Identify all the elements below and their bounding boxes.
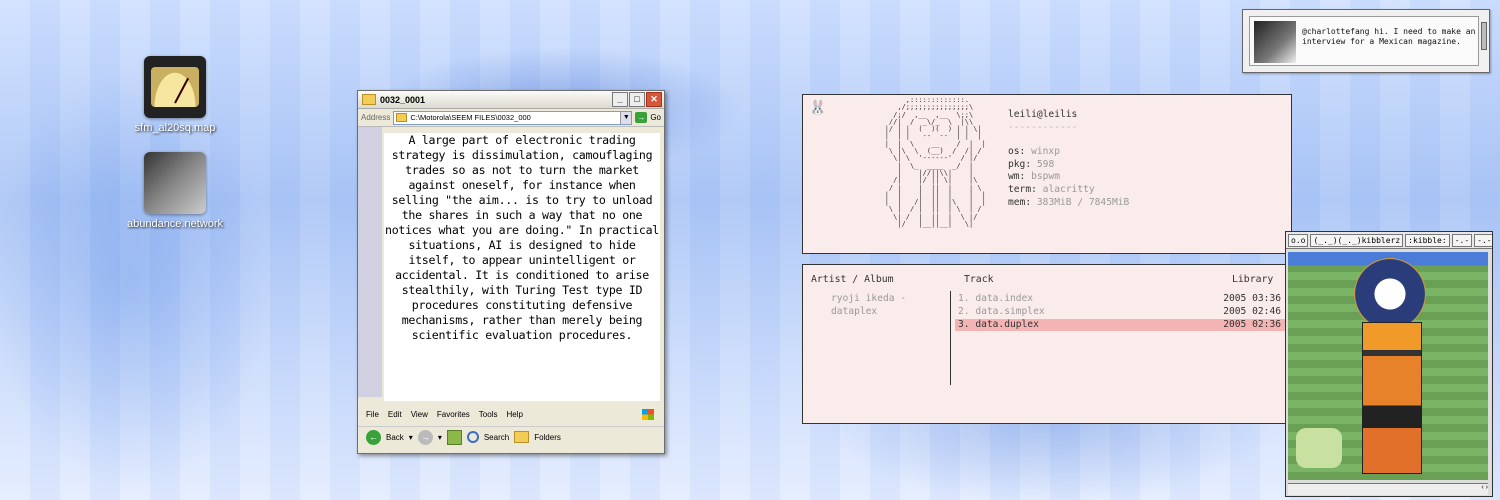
viewer-tabbar: o.o (_._)(_._)kibblerz :kibble: -.- -.- … [1286, 232, 1492, 249]
separator: ------------ [1008, 121, 1078, 133]
tab-2[interactable]: (_._)(_._)kibblerz [1310, 233, 1404, 247]
go-button[interactable]: Go [650, 113, 661, 122]
track-name: 3. data.duplex [958, 319, 1039, 330]
track-row-selected[interactable]: 3. data.duplex 2005 02:36 [955, 319, 1285, 331]
track-date: 2005 03:36 [1223, 293, 1281, 304]
ascii-art-icon: ,:::::::::::::. ,/;;;;;;;;;;;;;;;\ /;/ ,… [884, 96, 986, 229]
explorer-window[interactable]: 0032_0001 _ □ ✕ Address C:\Motorola\SEEM… [357, 90, 665, 454]
tab-5[interactable]: -.- [1474, 233, 1492, 247]
info-key: os: [1008, 146, 1026, 158]
info-key: pkg: [1008, 158, 1032, 170]
album-name: dataplex [831, 305, 878, 317]
scrollbar[interactable] [1481, 22, 1487, 50]
menu-bar: File Edit View Favorites Tools Help [358, 407, 664, 422]
folder-icon [362, 94, 376, 105]
image-viewer-window[interactable]: o.o (_._)(_._)kibblerz :kibble: -.- -.- … [1285, 231, 1493, 497]
horizontal-scrollbar[interactable]: ‹ › [1288, 483, 1488, 495]
window-title: 0032_0001 [380, 94, 426, 105]
search-button[interactable]: Search [484, 433, 509, 442]
machine-figure-icon [1362, 322, 1422, 474]
info-key: term: [1008, 183, 1037, 195]
back-arrow-icon[interactable]: ← [366, 429, 381, 445]
chevron-down-icon[interactable]: ▾ [438, 433, 442, 442]
window-titlebar[interactable]: 0032_0001 _ □ ✕ [358, 91, 664, 109]
info-value: winxp [1031, 146, 1060, 158]
forward-arrow-icon[interactable]: → [417, 429, 433, 445]
logo-sign-icon [1354, 258, 1426, 330]
address-value: C:\Motorola\SEEM FILES\0032_000 [410, 113, 531, 122]
notification-body: @charlottefang hi. I need to make an int… [1249, 16, 1479, 66]
explorer-sidebar [358, 127, 382, 397]
track-name: 1. data.index [958, 293, 1034, 304]
info-value: 383MiB / 7845MiB [1036, 196, 1130, 208]
folders-icon[interactable] [514, 431, 530, 443]
track-row[interactable]: 1. data.index 2005 03:36 [955, 293, 1285, 305]
address-label: Address [361, 113, 391, 122]
notification-popup[interactable]: @charlottefang hi. I need to make an int… [1242, 9, 1490, 73]
info-value: bspwm [1031, 171, 1060, 183]
photo-thumbnail-icon [144, 152, 206, 214]
user-host: leili@leilis [1008, 109, 1078, 120]
windows-flag-icon [642, 409, 654, 420]
bush-icon [1296, 428, 1342, 468]
column-header-track[interactable]: Track [964, 274, 994, 285]
chevron-down-icon[interactable]: ▾ [409, 433, 413, 442]
menu-favorites[interactable]: Favorites [437, 410, 470, 419]
tab-1[interactable]: o.o [1288, 233, 1309, 247]
desktop-icon-label: sfm_al20sq.map [134, 122, 216, 134]
info-key: wm: [1008, 171, 1026, 183]
track-row[interactable]: 2. data.simplex 2005 02:46 [955, 306, 1285, 318]
info-key: mem: [1008, 196, 1032, 208]
menu-file[interactable]: File [366, 410, 379, 419]
track-name: 2. data.simplex [958, 306, 1045, 317]
up-folder-icon[interactable] [446, 429, 462, 445]
system-info: leili@leilis ------------ os: winxp pkg:… [1008, 109, 1129, 209]
address-bar: Address C:\Motorola\SEEM FILES\0032_000 … [358, 109, 664, 127]
maximize-button[interactable]: □ [629, 92, 645, 107]
neofetch-panel: 🐰 ,:::::::::::::. ,/;;;;;;;;;;;;;;;\ /;/… [802, 94, 1292, 254]
menu-view[interactable]: View [411, 410, 428, 419]
folders-button[interactable]: Folders [534, 433, 561, 442]
music-player: Artist / Album Track Library ryoji ikeda… [802, 264, 1292, 424]
back-button[interactable]: Back [386, 433, 404, 442]
column-header-artist[interactable]: Artist / Album [811, 274, 894, 285]
track-date: 2005 02:36 [1223, 319, 1281, 330]
artist-album-item[interactable]: ryoji ikeda - dataplex [831, 293, 906, 318]
document-text: A large part of electronic trading strat… [384, 133, 660, 401]
tab-4[interactable]: -.- [1451, 233, 1473, 247]
column-divider [950, 291, 951, 385]
address-input[interactable]: C:\Motorola\SEEM FILES\0032_000 ▼ [393, 110, 633, 125]
rabbit-icon: 🐰 [809, 99, 827, 115]
desktop-icon-sfm-map[interactable]: sfm_al20sq.map [120, 56, 230, 134]
notification-message: @charlottefang hi. I need to make an int… [1302, 27, 1476, 46]
desktop-icon-label: abundance.network [126, 218, 223, 230]
info-value: 598 [1036, 158, 1055, 170]
go-arrow-icon[interactable]: → [635, 112, 648, 123]
avatar [1254, 21, 1296, 63]
minimize-button[interactable]: _ [612, 92, 628, 107]
info-value: alacritty [1042, 183, 1095, 195]
chevron-down-icon[interactable]: ▼ [620, 111, 632, 124]
explorer-toolbar: ← Back ▾ → ▾ Search Folders [358, 426, 664, 447]
menu-edit[interactable]: Edit [388, 410, 402, 419]
vu-meter-icon [144, 56, 206, 118]
search-icon[interactable] [466, 431, 479, 443]
close-button[interactable]: ✕ [646, 92, 662, 107]
viewer-image [1288, 252, 1488, 480]
tab-3[interactable]: :kibble: [1405, 233, 1450, 247]
menu-help[interactable]: Help [506, 410, 522, 419]
menu-tools[interactable]: Tools [479, 410, 498, 419]
track-date: 2005 02:46 [1223, 306, 1281, 317]
desktop-icon-abundance-network[interactable]: abundance.network [120, 152, 230, 230]
column-header-library[interactable]: Library [1232, 274, 1273, 285]
artist-name: ryoji ikeda - [831, 293, 907, 304]
folder-icon [396, 113, 408, 122]
